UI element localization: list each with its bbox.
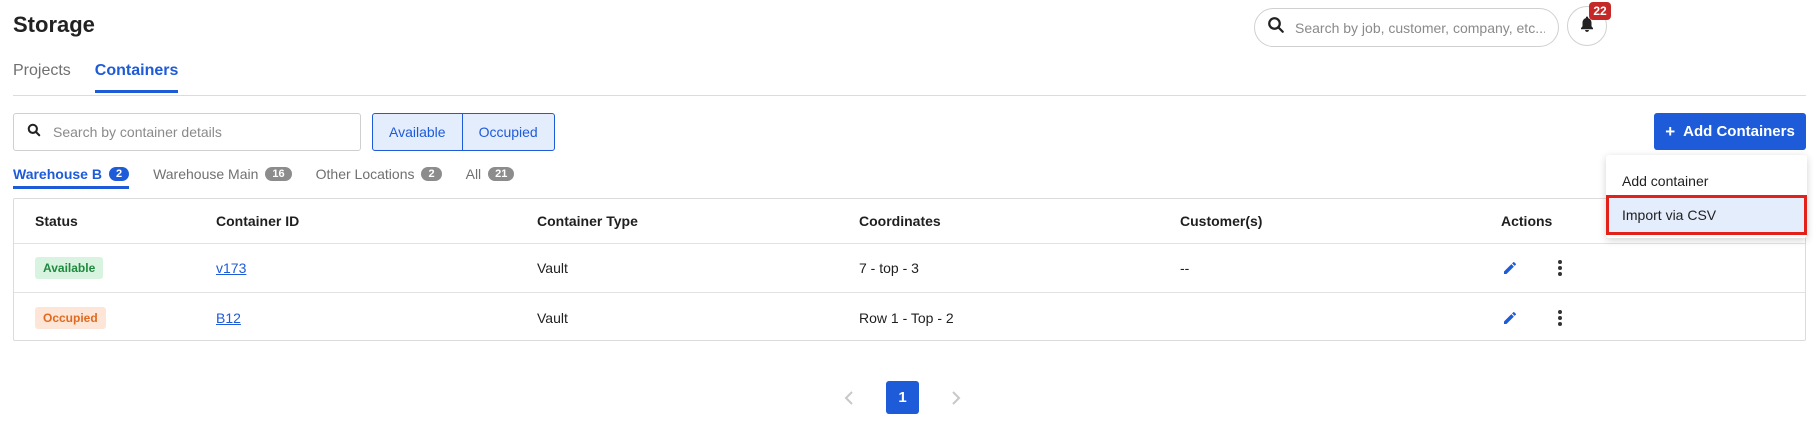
- more-vertical-icon[interactable]: [1550, 308, 1570, 328]
- tab-containers[interactable]: Containers: [94, 62, 179, 93]
- search-icon: [27, 123, 41, 142]
- tab-all[interactable]: All 21: [466, 166, 515, 189]
- table-row: Available v173 Vault 7 - top - 3 --: [14, 244, 1805, 293]
- container-type-cell: Vault: [537, 309, 568, 326]
- location-tabs: Warehouse B 2 Warehouse Main 16 Other Lo…: [13, 166, 515, 189]
- container-search[interactable]: [13, 113, 361, 151]
- filter-occupied-button[interactable]: Occupied: [461, 114, 554, 150]
- container-id-link[interactable]: v173: [216, 260, 246, 276]
- tab-label: Other Locations: [315, 166, 415, 182]
- column-header-status: Status: [35, 213, 78, 229]
- column-header-actions: Actions: [1501, 213, 1553, 229]
- tab-label: Warehouse B: [13, 166, 102, 182]
- container-id-link[interactable]: B12: [216, 310, 241, 326]
- containers-table: Status Container ID Container Type Coord…: [13, 198, 1806, 341]
- edit-icon[interactable]: [1500, 308, 1520, 328]
- tab-count-badge: 2: [421, 167, 442, 181]
- table-row: Occupied B12 Vault Row 1 - Top - 2: [14, 293, 1805, 342]
- column-header-container-id: Container ID: [216, 213, 300, 229]
- add-containers-dropdown: Add container Import via CSV: [1606, 155, 1807, 238]
- add-containers-button[interactable]: + Add Containers: [1654, 113, 1806, 150]
- pagination: 1: [840, 381, 965, 414]
- tab-label: All: [465, 166, 482, 182]
- customers-cell: --: [1180, 260, 1190, 276]
- filter-available-button[interactable]: Available: [373, 114, 462, 150]
- more-vertical-icon[interactable]: [1550, 258, 1570, 278]
- status-badge: Available: [35, 257, 104, 279]
- tab-label: Warehouse Main: [153, 166, 259, 182]
- status-filter-toggle: Available Occupied: [372, 113, 555, 151]
- chevron-left-icon[interactable]: [840, 388, 858, 408]
- search-icon: [1267, 16, 1285, 39]
- column-header-container-type: Container Type: [537, 213, 638, 229]
- tab-count-badge: 16: [265, 167, 292, 181]
- tab-count-badge: 21: [488, 167, 515, 181]
- column-header-customers: Customer(s): [1180, 213, 1263, 229]
- tab-other-locations[interactable]: Other Locations 2: [316, 166, 442, 189]
- top-tabs: Projects Containers: [13, 62, 179, 93]
- status-badge: Occupied: [35, 306, 106, 329]
- plus-icon: +: [1665, 121, 1676, 141]
- page-button-current[interactable]: 1: [886, 381, 919, 414]
- global-search[interactable]: [1254, 8, 1559, 47]
- tab-count-badge: 2: [108, 167, 130, 181]
- page-title: Storage: [13, 12, 95, 37]
- tabs-divider: [13, 95, 1806, 96]
- menu-item-import-csv[interactable]: Import via CSV: [1606, 195, 1807, 235]
- tab-warehouse-b[interactable]: Warehouse B 2: [13, 166, 130, 189]
- container-search-input[interactable]: [53, 124, 353, 140]
- coordinates-cell: Row 1 - Top - 2: [859, 309, 954, 326]
- edit-icon[interactable]: [1500, 258, 1520, 278]
- tab-projects[interactable]: Projects: [13, 62, 71, 93]
- tab-warehouse-main[interactable]: Warehouse Main 16: [153, 166, 292, 189]
- container-type-cell: Vault: [537, 260, 568, 276]
- coordinates-cell: 7 - top - 3: [859, 260, 919, 276]
- table-header-row: Status Container ID Container Type Coord…: [14, 199, 1805, 244]
- menu-item-add-container[interactable]: Add container: [1606, 164, 1807, 197]
- add-containers-label: Add Containers: [1683, 123, 1795, 140]
- chevron-right-icon[interactable]: [947, 388, 965, 408]
- notification-count-badge: 22: [1589, 2, 1611, 20]
- global-search-input[interactable]: [1295, 19, 1545, 36]
- column-header-coordinates: Coordinates: [859, 213, 941, 229]
